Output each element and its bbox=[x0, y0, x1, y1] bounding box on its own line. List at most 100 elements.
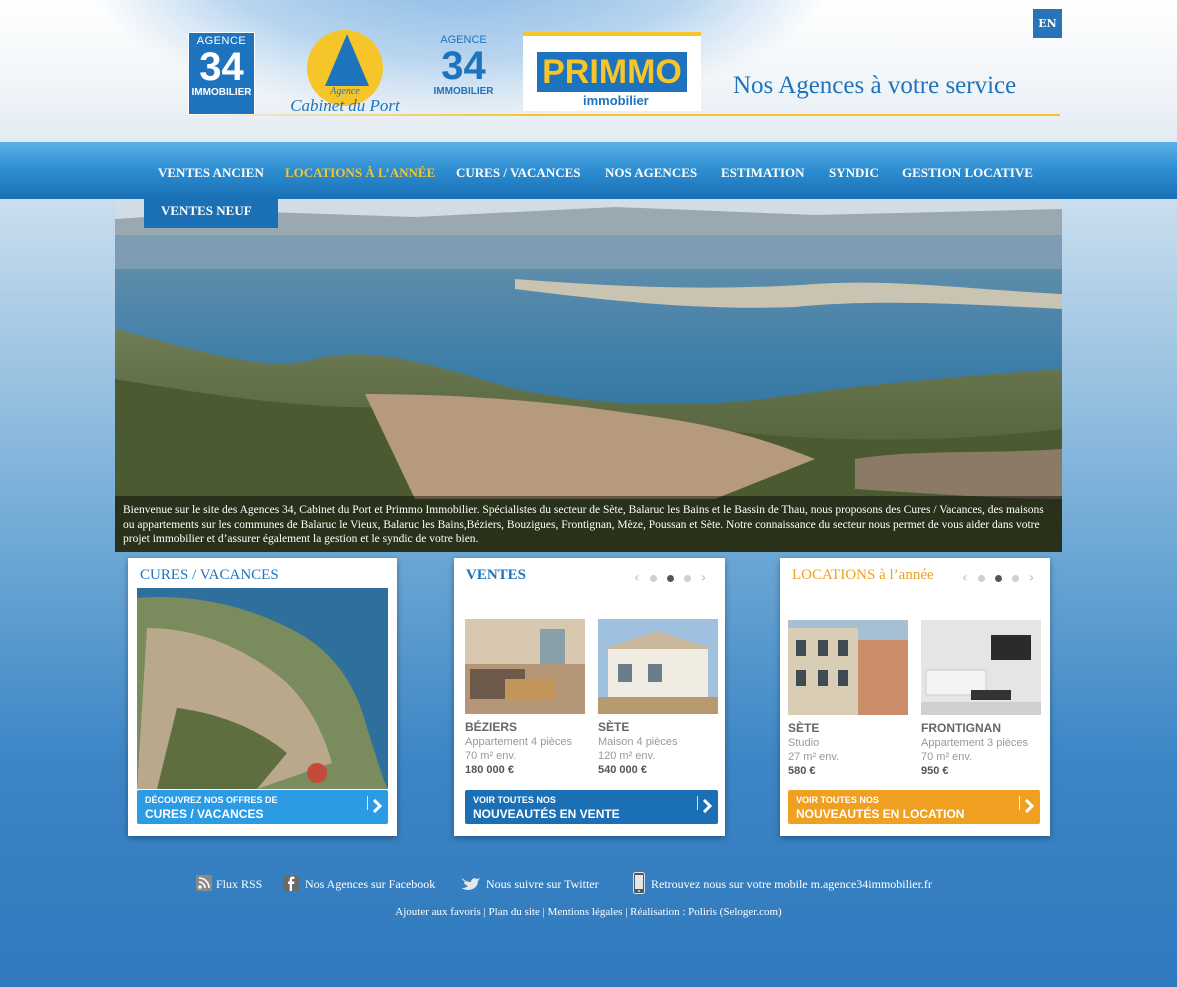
header-tagline: Nos Agences à votre service bbox=[733, 72, 1017, 99]
pager-dot-active[interactable] bbox=[666, 574, 674, 582]
primmo-logo-sub: immobilier bbox=[583, 93, 649, 108]
pager-dot-active[interactable] bbox=[994, 574, 1002, 582]
property-type: Appartement 3 pièces bbox=[921, 737, 1029, 749]
ventes-cta-big: NOUVEAUTÉS EN VENTE bbox=[473, 807, 620, 821]
legal-notice-link[interactable]: Mentions légales bbox=[548, 906, 623, 918]
chevron-right-icon bbox=[702, 799, 712, 813]
cta-separator bbox=[367, 796, 368, 810]
facebook-link[interactable]: Nos Agences sur Facebook bbox=[305, 877, 435, 892]
nav-syndic[interactable]: SYNDIC bbox=[829, 165, 879, 181]
property-price: 540 000 € bbox=[598, 764, 647, 776]
property-city: BÉZIERS bbox=[465, 720, 518, 734]
primmo-logo-name: PRIMMO bbox=[537, 52, 687, 92]
agence34b-logo-number: 34 bbox=[441, 44, 486, 88]
card-ventes-title: VENTES bbox=[466, 567, 527, 583]
cabinet-logo-line2: Cabinet du Port bbox=[290, 96, 400, 115]
chevron-right-icon[interactable]: › bbox=[701, 570, 707, 586]
cta-separator bbox=[697, 796, 698, 810]
footer-bottom-links: Ajouter aux favoris | Plan du site | Men… bbox=[0, 906, 1177, 918]
cures-offers-button[interactable]: DÉCOUVREZ NOS OFFRES DE CURES / VACANCES bbox=[137, 790, 388, 824]
ventes-cta-small: VOIR TOUTES NOS bbox=[473, 795, 556, 805]
tagline-underline bbox=[180, 114, 1060, 116]
nav-ventes-neuf[interactable]: VENTES NEUF bbox=[144, 197, 278, 228]
add-favorites-link[interactable]: Ajouter aux favoris bbox=[395, 906, 481, 918]
property-photo-interior bbox=[921, 620, 1041, 715]
property-price: 950 € bbox=[921, 765, 949, 777]
rss-link[interactable]: Flux RSS bbox=[216, 877, 262, 892]
card-cures-vacances: CURES / VACANCES DÉCOUVREZ NOS OFFRES DE… bbox=[128, 558, 397, 836]
credits-link[interactable]: Réalisation : Poliris (Seloger.com) bbox=[630, 906, 782, 918]
agence34b-logo-bottom: IMMOBILIER bbox=[433, 86, 494, 97]
nav-estimation[interactable]: ESTIMATION bbox=[721, 165, 805, 181]
nav-cures-vacances[interactable]: CURES / VACANCES bbox=[456, 165, 581, 181]
ventes-pager: ‹ › bbox=[634, 570, 706, 586]
chevron-right-icon[interactable]: › bbox=[1029, 570, 1035, 586]
property-price: 580 € bbox=[788, 765, 816, 777]
locations-cta-small: VOIR TOUTES NOS bbox=[796, 795, 879, 805]
agence34-logo[interactable]: AGENCE 34 IMMOBILIER bbox=[188, 32, 255, 115]
cures-aerial-image[interactable] bbox=[137, 588, 388, 789]
property-city: FRONTIGNAN bbox=[921, 721, 1001, 735]
chevron-right-icon bbox=[1024, 799, 1034, 813]
property-surface: 27 m² env. bbox=[788, 751, 840, 763]
chevron-left-icon[interactable]: ‹ bbox=[962, 570, 968, 586]
primmo-logo[interactable]: PRIMMO immobilier bbox=[523, 32, 701, 111]
chevron-right-icon bbox=[372, 799, 382, 813]
sitemap-link[interactable]: Plan du site bbox=[489, 906, 540, 918]
property-photo-facade bbox=[788, 620, 908, 715]
card-locations-title: LOCATIONS à l’année bbox=[792, 567, 934, 583]
nav-locations-annee[interactable]: LOCATIONS À L’ANNÉE bbox=[285, 165, 435, 181]
twitter-icon[interactable] bbox=[461, 875, 481, 891]
pager-dot[interactable] bbox=[977, 574, 985, 582]
language-en-button[interactable]: EN bbox=[1033, 9, 1062, 38]
sailboat-icon bbox=[325, 34, 369, 86]
property-surface: 70 m² env. bbox=[465, 750, 517, 762]
property-type: Maison 4 pièces bbox=[598, 736, 678, 748]
property-city: SÈTE bbox=[788, 721, 820, 735]
agence34-logo-number: 34 bbox=[199, 45, 244, 89]
property-surface: 70 m² env. bbox=[921, 751, 973, 763]
card-cures-title: CURES / VACANCES bbox=[140, 567, 279, 583]
card-locations: LOCATIONS à l’année ‹ › SÈTE Studio 27 m… bbox=[780, 558, 1050, 836]
card-ventes: VENTES ‹ › BÉZIERS Appartement 4 pièces … bbox=[454, 558, 725, 836]
ventes-all-button[interactable]: VOIR TOUTES NOS NOUVEAUTÉS EN VENTE bbox=[465, 790, 718, 824]
pager-dot[interactable] bbox=[683, 574, 691, 582]
mobile-site-link[interactable]: Retrouvez nous sur votre mobile m.agence… bbox=[651, 877, 932, 892]
cures-aerial-photo bbox=[137, 588, 388, 789]
chevron-left-icon[interactable]: ‹ bbox=[634, 570, 640, 586]
main-nav: VENTES ANCIEN LOCATIONS À L’ANNÉE CURES … bbox=[0, 142, 1177, 199]
site-header: EN AGENCE 34 IMMOBILIER Agence Cabinet d… bbox=[0, 0, 1177, 142]
agence34-outline-logo[interactable]: AGENCE 34 IMMOBILIER bbox=[430, 32, 497, 115]
nav-nos-agences[interactable]: NOS AGENCES bbox=[605, 165, 697, 181]
rss-icon[interactable] bbox=[196, 875, 212, 891]
property-type: Studio bbox=[788, 737, 820, 749]
hero-banner: Bienvenue sur le site des Agences 34, Ca… bbox=[115, 199, 1062, 552]
footer-social-links: Flux RSS Nos Agences sur Facebook Nous s… bbox=[0, 872, 1177, 895]
property-city: SÈTE bbox=[598, 720, 630, 734]
property-card[interactable]: FRONTIGNAN Appartement 3 pièces 70 m² en… bbox=[921, 620, 1041, 777]
locations-cta-big: NOUVEAUTÉS EN LOCATION bbox=[796, 807, 965, 821]
mobile-phone-icon[interactable] bbox=[633, 872, 645, 894]
cures-cta-small: DÉCOUVREZ NOS OFFRES DE bbox=[145, 795, 278, 805]
facebook-icon[interactable] bbox=[283, 875, 299, 891]
property-photo-living-room bbox=[465, 619, 585, 714]
nav-ventes-ancien[interactable]: VENTES ANCIEN bbox=[158, 165, 264, 181]
cabinet-du-port-logo[interactable]: Agence Cabinet du Port bbox=[285, 28, 405, 118]
nav-gestion-locative[interactable]: GESTION LOCATIVE bbox=[902, 165, 1033, 181]
property-surface: 120 m² env. bbox=[598, 750, 656, 762]
locations-pager: ‹ › bbox=[962, 570, 1034, 586]
pager-dot[interactable] bbox=[649, 574, 657, 582]
property-type: Appartement 4 pièces bbox=[465, 736, 573, 748]
hero-caption: Bienvenue sur le site des Agences 34, Ca… bbox=[115, 496, 1062, 552]
property-price: 180 000 € bbox=[465, 764, 514, 776]
property-card[interactable]: BÉZIERS Appartement 4 pièces 70 m² env. … bbox=[465, 619, 585, 776]
property-photo-house bbox=[598, 619, 718, 714]
cures-cta-big: CURES / VACANCES bbox=[145, 807, 264, 821]
twitter-link[interactable]: Nous suivre sur Twitter bbox=[486, 877, 599, 892]
property-card[interactable]: SÈTE Studio 27 m² env. 580 € bbox=[788, 620, 908, 777]
pager-dot[interactable] bbox=[1011, 574, 1019, 582]
cta-separator bbox=[1019, 796, 1020, 810]
property-card[interactable]: SÈTE Maison 4 pièces 120 m² env. 540 000… bbox=[598, 619, 718, 776]
locations-all-button[interactable]: VOIR TOUTES NOS NOUVEAUTÉS EN LOCATION bbox=[788, 790, 1040, 824]
agence34-logo-bottom: IMMOBILIER bbox=[191, 87, 252, 98]
